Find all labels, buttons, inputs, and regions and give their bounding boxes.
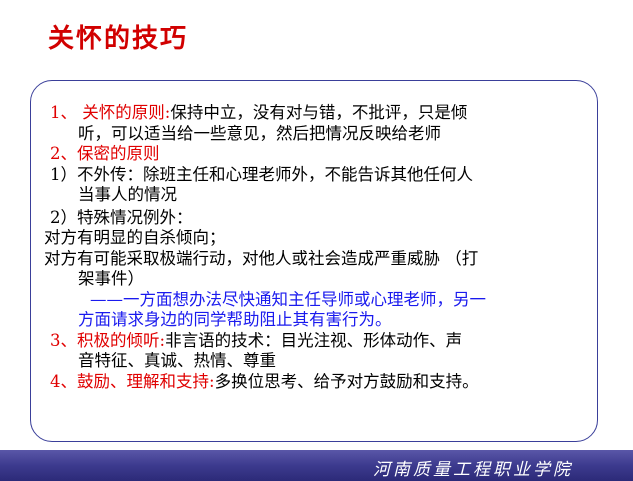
footer-bar: 河南质量工程职业学院: [0, 450, 633, 481]
principle-3-text: 非言语的技术：目光注视、形体动作、声: [165, 330, 463, 350]
principle-4: 4、鼓励、理解和支持:多换位思考、给予对方鼓励和支持。: [50, 372, 595, 393]
exception-2: 对方有可能采取极端行动，对他人或社会造成严重威胁 （打: [44, 248, 479, 268]
principle-3-cont: 音特征、真诚、热情、尊重: [78, 351, 276, 370]
content-body: 1、 关怀的原则:保持中立，没有对与错，不批评，只是倾 听，可以适当给一些意见，…: [44, 103, 595, 393]
principle-1: 1、 关怀的原则:保持中立，没有对与错，不批评，只是倾: [50, 103, 595, 124]
action-note-cont: 方面请求身边的同学帮助阻止其有害行为。: [78, 310, 392, 329]
principle-3: 3、积极的倾听:非言语的技术：目光注视、形体动作、声: [50, 331, 595, 352]
principle-1-text: 保持中立，没有对与错，不批评，只是倾: [170, 103, 468, 122]
principle-3-heading: 3、积极的倾听:: [50, 330, 166, 350]
principle-2-heading: 2、保密的原则: [50, 144, 160, 163]
rule-1-cont: 当事人的情况: [78, 185, 177, 204]
principle-1-number: 1、: [50, 103, 77, 122]
principle-4-heading: 4、鼓励、理解和支持:: [50, 371, 215, 391]
exception-2-cont: 架事件）: [78, 269, 144, 288]
principle-1-heading: 关怀的原则:: [82, 103, 171, 122]
exception-1: 对方有明显的自杀倾向；: [44, 228, 226, 247]
rule-1: 1）不外传：除班主任和心理老师外，不能告诉其他任何人: [50, 164, 473, 184]
principle-4-text: 多换位思考、给予对方鼓励和支持。: [214, 371, 479, 391]
principle-1-cont: 听，可以适当给一些意见，然后把情况反映给老师: [78, 123, 441, 143]
action-note: ——一方面想办法尽快通知主任导师或心理老师，另一: [90, 289, 486, 309]
rule-2: 2）特殊情况例外：: [50, 207, 193, 227]
footer-institution: 河南质量工程职业学院: [373, 460, 573, 480]
slide-title: 关怀的技巧: [48, 24, 189, 54]
